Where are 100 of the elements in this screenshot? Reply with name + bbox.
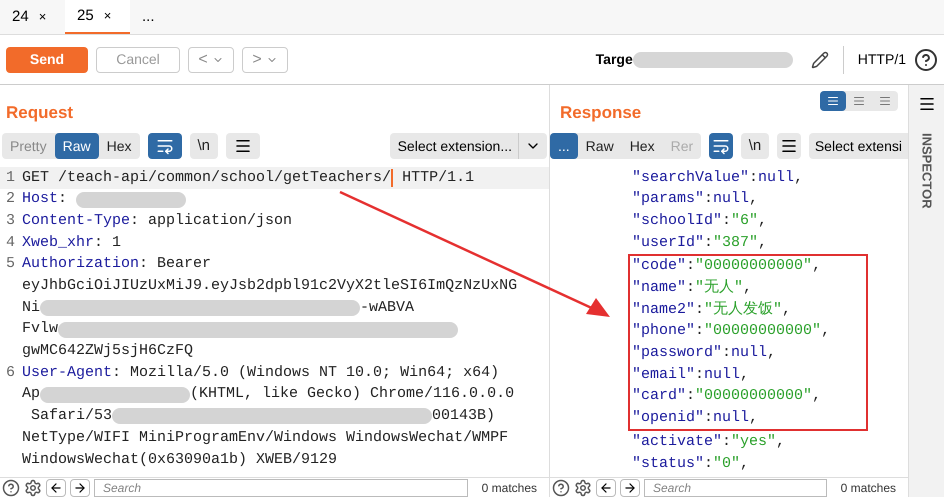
wrap-icon [156,137,174,155]
view-tab[interactable]: Hex [622,133,663,159]
json-comma: , [758,210,768,231]
json-value: null [713,189,750,210]
json-value: "无人发饭" [704,300,782,320]
line-number: 4 [5,232,16,253]
forward-button[interactable] [620,478,640,496]
json-comma: , [794,168,804,188]
json-key: "card" [632,385,686,408]
extension-dropdown[interactable]: Select extension... [390,133,547,159]
extension-dropdown[interactable]: Select extensi [808,133,908,159]
newline-toggle[interactable]: \n [740,133,770,159]
json-key: "name2" [632,298,696,322]
newline-toggle[interactable]: \n [190,133,218,159]
json-value: "387" [713,232,758,253]
json-value: null [713,408,750,428]
code-text: WindowsWechat(0x63090a1b) XWEB/9129 [22,450,338,470]
json-comma: , [758,232,768,253]
close-icon[interactable]: × [38,7,46,27]
protocol-label[interactable]: HTTP/1 [858,49,906,70]
header-name: Host [22,189,58,210]
menu-icon [234,137,252,155]
json-colon: : [704,454,714,474]
json-colon: : [704,232,714,253]
json-value: null [704,364,740,385]
json-key: "searchValue" [632,166,750,190]
forward-button[interactable]: > [242,46,288,72]
settings-icon[interactable] [24,478,42,496]
code-text: eyJhbGciOiJIUzUxMiJ9.eyJsb2dpbl91c2VyX2tleSI6ImQzNzUxNG [22,276,518,296]
json-key: "activate" [632,430,722,454]
request-tab[interactable]: 25 × [65,0,130,34]
inspector-label[interactable]: INSPECTOR [916,133,936,209]
view-tab[interactable]: ... [550,133,578,159]
request-tab[interactable]: ... [130,0,195,34]
layout-icon [879,95,891,107]
json-key: "code" [632,255,686,278]
code-text: 00143B) [432,406,496,426]
wrap-toggle[interactable] [709,133,733,159]
code-text: NetType/WIFI MiniProgramEnv/Windows WindowsWechat/WMPF [22,428,508,448]
wrap-icon [712,137,730,155]
code-text: -wABVA [360,298,414,318]
json-key: "email" [632,364,696,386]
view-tab[interactable]: Raw [578,133,622,159]
json-value: null [758,168,794,188]
header-name: User-Agent [22,362,112,383]
forward-button[interactable] [70,478,90,496]
json-value: "00000000000" [704,321,822,342]
json-value: "00000000000" [695,256,812,276]
menu-icon[interactable] [918,95,936,113]
json-comma: , [812,386,822,406]
arrow-right-icon [73,480,87,494]
search-field[interactable]: Search [94,478,468,496]
code-text: : [58,189,68,210]
target-label: Targe [596,50,633,69]
view-tab[interactable]: Raw [54,133,99,159]
search-field[interactable]: Search [644,478,827,496]
code-text: : Bearer [139,254,212,274]
edit-icon[interactable] [810,50,829,68]
code-text: : application/json [130,210,292,231]
back-button[interactable]: < [188,46,234,72]
help-icon[interactable] [914,48,938,72]
menu-button[interactable] [777,133,801,159]
help-icon[interactable] [552,478,570,496]
code-text: Safari/53 [30,406,112,426]
settings-icon[interactable] [574,478,592,496]
menu-button[interactable] [226,133,260,159]
json-colon: : [722,210,732,231]
code-text: Fvlw [22,319,58,340]
json-comma: , [776,432,786,452]
layout-toggle[interactable] [820,91,846,111]
view-tab[interactable]: Hex [98,133,140,159]
json-value: "0" [713,454,740,474]
header-name: Xweb_xhr [22,232,94,253]
line-number: 3 [5,210,16,231]
help-icon[interactable] [2,478,20,496]
line-number: 5 [5,254,16,274]
request-tab[interactable]: 24 × [0,0,65,34]
arrow-right-icon [623,480,637,494]
json-colon: : [722,432,732,452]
back-button[interactable] [596,478,616,496]
layout-icon [827,95,839,107]
arrow-left-icon [599,480,613,494]
json-value: "6" [731,210,758,231]
panel-title: Request [6,102,74,124]
wrap-toggle[interactable] [148,133,182,159]
json-colon: : [686,386,696,406]
match-count: 0 matches [840,480,897,496]
layout-icon [853,95,865,107]
json-value: null [731,343,768,364]
text-cursor [391,168,394,187]
json-colon: : [695,364,704,385]
json-comma: , [743,278,752,298]
close-icon[interactable]: × [104,6,112,26]
back-button[interactable] [46,478,66,496]
code-text: Ni [22,298,40,318]
json-value: "yes" [731,432,776,452]
json-key: "phone" [632,320,696,343]
header-name: Content-Type [22,210,130,231]
line-number: 1 [5,168,16,188]
json-comma: , [767,343,776,364]
